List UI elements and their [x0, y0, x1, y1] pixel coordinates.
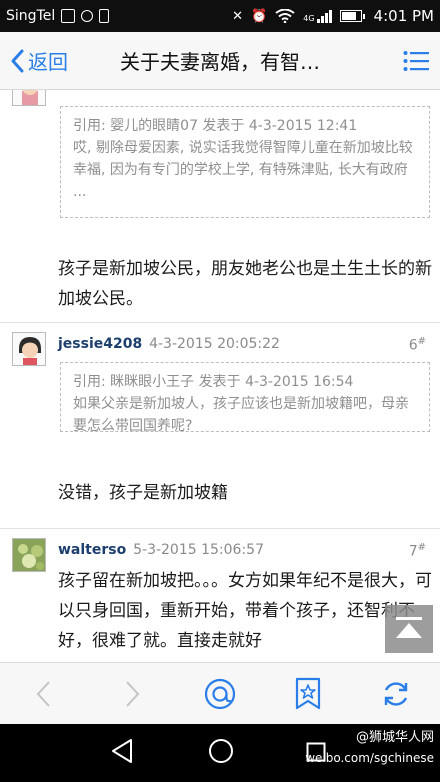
back-button[interactable]: 返回: [0, 46, 90, 75]
wifi-icon: [275, 9, 295, 23]
nav-bar: 返回 关于夫妻离婚，有智…: [0, 32, 440, 90]
refresh-button[interactable]: [374, 672, 418, 716]
network-type: 4G: [303, 13, 315, 23]
avatar[interactable]: [12, 90, 46, 106]
floor-mark: #: [417, 336, 426, 347]
watermark-brand: @狮城华人网: [355, 730, 434, 745]
system-back-button[interactable]: [110, 738, 134, 768]
post-divider: [0, 322, 440, 323]
forward-arrow-icon: [126, 680, 140, 707]
quote-header: 引用: 眯眯眼小王子 发表于 4-3-2015 16:54: [73, 374, 354, 390]
carrier-name: SingTel: [6, 8, 56, 24]
thread-content[interactable]: 引用: 婴儿的眼睛07 发表于 4-3-2015 12:41 哎, 剔除母爱因素…: [0, 90, 440, 662]
signal-icon: 4G: [303, 9, 332, 23]
bottom-toolbar: [0, 662, 440, 724]
system-home-button[interactable]: [208, 738, 234, 768]
bookmark-star-icon: [295, 677, 321, 709]
post-body: 没错，孩子是新加坡籍: [58, 483, 228, 503]
chevron-left-icon: [11, 49, 24, 72]
download-notification-icon: [99, 9, 110, 23]
clock: 4:01 PM: [373, 7, 434, 25]
circle-home-icon: [209, 739, 233, 763]
quote-block: 引用: 婴儿的眼睛07 发表于 4-3-2015 12:41 哎, 剔除母爱因素…: [60, 106, 430, 218]
floor-number: 6#: [409, 336, 426, 354]
post-date: 5-3-2015 15:06:57: [133, 542, 264, 558]
post-body: 孩子是新加坡公民，朋友她老公也是土生土长的新加坡公民。: [58, 259, 432, 309]
author-name[interactable]: jessie4208: [58, 336, 142, 352]
quote-text: 哎, 剔除母爱因素, 说实话我觉得智障儿童在新加坡比较幸福, 因为有专门的学校上…: [73, 140, 413, 200]
forward-arrow-button[interactable]: [110, 672, 154, 716]
reply-button[interactable]: [198, 672, 242, 716]
post-body: 孩子留在新加坡把。。。女方如果年纪不是很大，可以只身回国，重新开始，带着个孩子，…: [58, 571, 432, 651]
user-avatar-icon: [19, 337, 41, 365]
refresh-icon: [384, 681, 408, 706]
back-arrow-icon: [36, 680, 50, 707]
reply-icon: [204, 678, 236, 709]
scroll-to-top-button[interactable]: [385, 605, 433, 653]
watermark: @狮城华人网 weibo.com/sgchinese: [305, 728, 434, 768]
post-divider: [0, 528, 440, 529]
quote-header: 引用: 婴儿的眼睛07 发表于 4-3-2015 12:41: [73, 118, 358, 134]
user-avatar-icon: [22, 90, 38, 105]
system-nav-bar: @狮城华人网 weibo.com/sgchinese: [0, 724, 440, 782]
floor-value: 7: [408, 543, 418, 560]
vibrate-off-icon: ✕: [232, 8, 244, 24]
menu-button[interactable]: [392, 50, 440, 72]
bookmark-button[interactable]: [286, 672, 330, 716]
page-title: 关于夫妻离婚，有智…: [120, 50, 320, 74]
watermark-url: weibo.com/sgchinese: [305, 751, 434, 765]
post-author[interactable]: walterso 5-3-2015 15:06:57: [58, 542, 264, 558]
floor-mark: #: [417, 542, 426, 553]
status-bar: SingTel ✕ ⏰ 4G 4:01 PM: [0, 0, 440, 32]
user-avatar-icon: [13, 539, 45, 571]
back-arrow-button[interactable]: [22, 672, 66, 716]
floor-value: 6: [408, 337, 418, 354]
quote-block: 引用: 眯眯眼小王子 发表于 4-3-2015 16:54 如果父亲是新加坡人，…: [60, 362, 430, 434]
post-author[interactable]: jessie4208 4-3-2015 20:05:22: [58, 336, 280, 352]
alarm-icon: ⏰: [251, 8, 268, 24]
battery-icon: [339, 10, 365, 22]
back-label: 返回: [28, 50, 68, 74]
avatar[interactable]: [12, 538, 46, 572]
image-notification-icon: [61, 9, 76, 23]
floor-number: 7#: [409, 542, 426, 560]
avatar[interactable]: [12, 332, 46, 366]
post-date: 4-3-2015 20:05:22: [149, 336, 280, 352]
triangle-back-icon: [112, 739, 132, 763]
author-name[interactable]: walterso: [58, 542, 126, 558]
sync-notification-icon: [81, 10, 94, 22]
quote-text: 如果父亲是新加坡人，孩子应该也是新加坡籍吧，母亲要怎么带回国养呢?: [73, 396, 409, 434]
scroll-top-icon: [396, 617, 422, 638]
list-menu-icon: [403, 50, 429, 71]
